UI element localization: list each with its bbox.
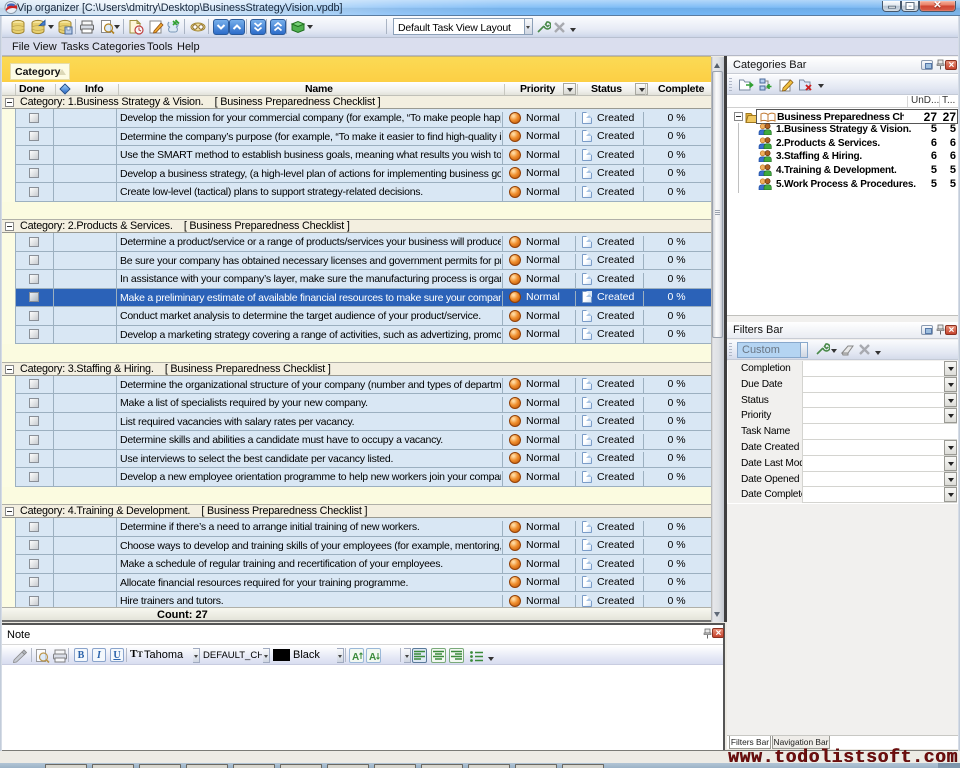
svg-text:A: A [369, 652, 376, 663]
svg-text:A: A [352, 652, 359, 663]
